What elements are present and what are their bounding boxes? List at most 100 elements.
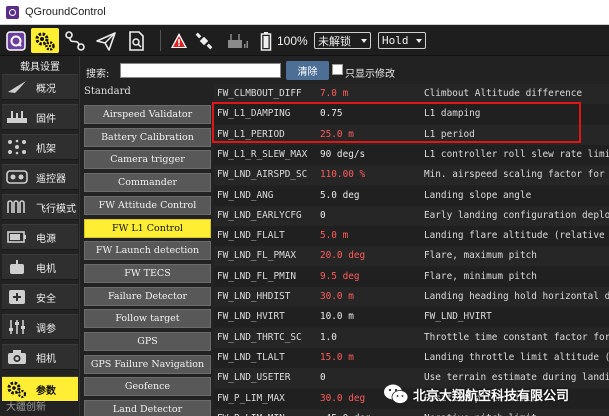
group-button[interactable]: FW Attitude Control [84, 195, 211, 215]
parameter-description: Landing slope angle [424, 189, 532, 201]
parameter-name: FW_P_LIM_MAX [217, 392, 285, 404]
plan-view-button[interactable] [62, 28, 88, 53]
fly-view-button[interactable] [93, 28, 119, 53]
chevron-down-icon [361, 39, 367, 43]
parameter-description: L1 damping [424, 108, 481, 120]
sidebar-item-firmware[interactable]: 固件 [2, 104, 78, 130]
plane-icon [6, 79, 28, 95]
parameter-value: 1.0 [320, 331, 337, 343]
firmware-icon [6, 109, 28, 125]
messages-indicator[interactable] [168, 28, 190, 53]
parameter-description: L1 controller roll slew rate limit [424, 148, 609, 160]
parameter-row[interactable]: FW_LND_HHDIST 30.0 m Landing heading hold … [214, 287, 609, 307]
sidebar-header: 载具设置 [20, 62, 60, 73]
arm-status-dropdown[interactable]: 未解锁 [314, 32, 371, 49]
parameter-name: FW_LND_THRTC_SC [217, 331, 302, 343]
search-input[interactable] [120, 63, 281, 78]
flight-modes-icon [6, 199, 28, 215]
parameter-name: FW_LND_AIRSPD_SC [217, 169, 308, 181]
parameter-row[interactable]: FW_L1_PERIOD 25.0 m L1 period [214, 124, 609, 145]
sidebar-item-summary[interactable]: 概况 [2, 74, 78, 100]
gears-icon [35, 32, 55, 51]
parameter-row[interactable]: FW_LND_EARLYCFG 0 Early landing configurat… [214, 205, 609, 226]
qgc-menu-icon [6, 30, 26, 51]
parameter-value: 5.0 deg [320, 189, 360, 201]
rc-rssi-indicator[interactable] [224, 28, 250, 53]
parameter-name: FW_CLMBOUT_DIFF [217, 88, 302, 99]
safety-icon [6, 289, 28, 305]
parameter-row[interactable]: FW_LND_ANG 5.0 deg Landing slope angle [214, 185, 609, 206]
parameter-value: 15.0 m [320, 351, 354, 363]
wechat-icon [384, 384, 409, 404]
group-button[interactable]: GPS [84, 332, 211, 351]
parameter-row[interactable]: FW_LND_FLALT 5.0 m Landing flare altitude … [214, 226, 609, 247]
parameter-description: L1 period [424, 128, 475, 140]
show-modified-label: 只显示修改 [345, 69, 395, 80]
toolbar-divider [160, 30, 161, 51]
title-bar: QGroundControl [0, 0, 609, 25]
parameter-row[interactable]: FW_LND_FL_PMAX 20.0 deg Flare, maximum pit… [214, 246, 609, 267]
battery-percent: 100% [277, 33, 308, 48]
flight-mode-dropdown[interactable]: Hold [378, 32, 426, 49]
parameter-name: FW_LND_HHDIST [217, 291, 291, 302]
parameter-value: 7.0 m [320, 88, 349, 99]
group-button[interactable]: Commander [84, 173, 211, 193]
parameter-row[interactable]: FW_CLMBOUT_DIFF 7.0 m Climbout Altitude di… [214, 84, 609, 104]
main-toolbar: 100% 未解锁 Hold [0, 25, 609, 56]
parameter-description: Landing heading hold horizontal distance [424, 291, 609, 302]
parameter-value: 20.0 deg [320, 250, 366, 262]
parameter-description: Min. airspeed scaling factor for landing [424, 169, 609, 181]
parameter-row[interactable]: FW_LND_HVIRT 10.0 m FW_LND_HVIRT [214, 307, 609, 328]
parameter-name: FW_LND_FLALT [217, 230, 285, 242]
parameter-description: Throttle time constant factor for landin… [424, 331, 609, 343]
sidebar-item-radio[interactable]: 遥控器 [2, 164, 78, 190]
arm-status-value: 未解锁 [318, 34, 351, 48]
gps-indicator[interactable] [193, 28, 215, 53]
group-button[interactable]: Follow target [84, 309, 211, 329]
camera-icon [6, 349, 28, 365]
sidebar-item-tuning[interactable]: 调参 [2, 314, 78, 340]
clear-button[interactable]: 清除 [286, 61, 329, 80]
search-bar: 搜索: 清除 只显示修改 [80, 56, 609, 84]
group-category-header: Standard [84, 86, 131, 97]
parameter-name: FW_LND_ANG [217, 189, 274, 201]
parameter-row[interactable]: FW_LND_TLALT 15.0 m Landing throttle limit… [214, 347, 609, 368]
warning-triangle-icon [171, 32, 187, 48]
parameter-value: 30.0 m [320, 291, 354, 302]
sidebar-item-motors[interactable]: 电机 [2, 254, 78, 280]
group-button[interactable]: Land Detector [84, 400, 211, 416]
group-button[interactable]: Airspeed Validator [84, 105, 211, 124]
analyze-button[interactable] [124, 28, 150, 53]
show-modified-checkbox[interactable] [332, 64, 343, 75]
sidebar-item-safety[interactable]: 安全 [2, 284, 78, 310]
parameter-name: FW_L1_PERIOD [217, 128, 285, 140]
parameter-name: FW_LND_TLALT [217, 351, 285, 363]
parameter-description: FW_LND_HVIRT [424, 311, 492, 323]
group-button[interactable]: GPS Failure Navigation [84, 354, 211, 374]
parameter-row[interactable]: FW_LND_FL_PMIN 9.5 deg Flare, minimum pitc… [214, 266, 609, 287]
group-button[interactable]: Geofence [84, 377, 211, 397]
group-button[interactable]: Failure Detector [84, 286, 211, 306]
watermark-left: 大疆创新 [6, 402, 46, 413]
battery-indicator[interactable] [255, 28, 277, 53]
paper-plane-icon [96, 31, 116, 51]
parameter-row[interactable]: FW_L1_DAMPING 0.75 L1 damping [214, 104, 609, 125]
parameter-name: FW_L1_DAMPING [217, 108, 291, 120]
radio-icon [6, 169, 28, 185]
group-button[interactable]: FW L1 Control [84, 218, 211, 238]
group-button[interactable]: Battery Calibration [84, 127, 211, 147]
parameter-row[interactable]: FW_L1_R_SLEW_MAX 90 deg/s L1 controller ro… [214, 144, 609, 165]
sidebar-item-camera[interactable]: 相机 [2, 344, 78, 370]
vehicle-setup-button[interactable] [31, 28, 59, 53]
group-button[interactable]: FW TECS [84, 263, 211, 283]
sidebar-item-flight-modes[interactable]: 飞行模式 [2, 194, 78, 220]
group-button[interactable]: Camera trigger [84, 150, 211, 170]
sidebar-item-power[interactable]: 电源 [2, 224, 78, 250]
app-menu-button[interactable] [4, 28, 28, 53]
qgc-logo-icon [6, 5, 19, 19]
parameter-row[interactable]: FW_LND_THRTC_SC 1.0 Throttle time constant… [214, 327, 609, 348]
parameter-value: 9.5 deg [320, 270, 360, 282]
group-button[interactable]: FW Launch detection [84, 241, 211, 261]
sidebar-item-airframe[interactable]: 机架 [2, 134, 78, 160]
parameter-row[interactable]: FW_LND_AIRSPD_SC 110.00 % Min. airspeed sc… [214, 165, 609, 186]
